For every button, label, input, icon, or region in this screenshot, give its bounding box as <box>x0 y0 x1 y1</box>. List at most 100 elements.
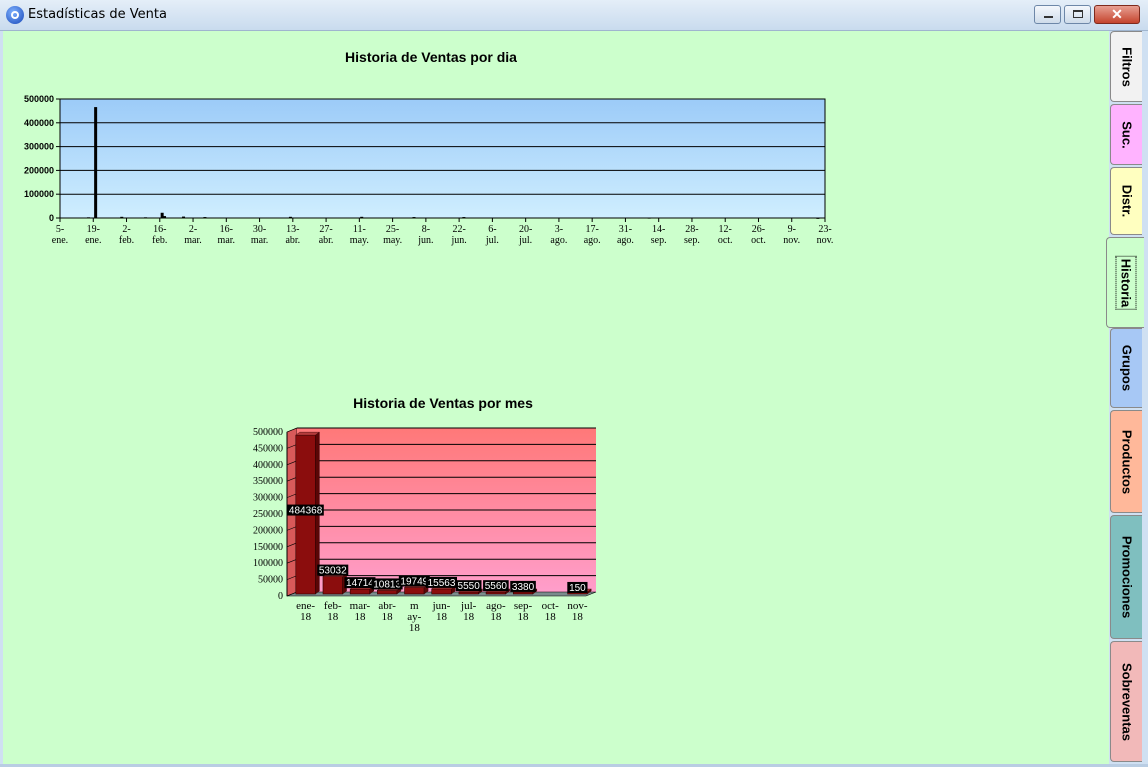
tab-distr[interactable]: Distr. <box>1110 167 1142 235</box>
daily-x-tick-label: ene. <box>52 235 68 246</box>
app-icon <box>6 6 24 24</box>
daily-x-tick-label: ene. <box>85 235 101 246</box>
daily-x-tick-label: 13- <box>286 224 299 235</box>
daily-x-tick-label: 20- <box>519 224 532 235</box>
daily-chart-title: Historia de Ventas por dia <box>345 49 517 65</box>
side-tab-strip: Filtros Suc. Distr. Historia Grupos Productos… <box>1106 31 1144 764</box>
daily-x-tick-label: mar. <box>184 235 202 246</box>
monthly-y-tick-label: 50000 <box>258 575 283 586</box>
monthly-x-tick-label: 18 <box>300 611 312 623</box>
monthly-data-label: 19749 <box>400 577 428 588</box>
monthly-x-tick-label: 18 <box>382 611 394 623</box>
close-icon: ✕ <box>1111 6 1123 22</box>
monthly-bar <box>349 588 371 595</box>
daily-x-tick-label: sep. <box>684 235 700 246</box>
daily-x-tick-label: ago. <box>617 235 634 246</box>
monthly-y-tick-label: 0 <box>278 591 283 602</box>
daily-x-tick-label: jun. <box>450 235 466 246</box>
monthly-y-tick-label: 200000 <box>253 525 283 536</box>
daily-y-tick-label: 400000 <box>24 118 54 128</box>
daily-y-tick-label: 300000 <box>24 142 54 152</box>
daily-x-tick-label: nov. <box>817 235 834 246</box>
daily-x-tick-label: 2- <box>122 224 130 235</box>
monthly-data-label: 3380 <box>512 582 535 593</box>
monthly-data-label: 5560 <box>485 581 508 592</box>
daily-x-tick-label: 27- <box>319 224 332 235</box>
daily-x-tick-label: ago. <box>584 235 601 246</box>
daily-y-tick-label: 200000 <box>24 165 54 175</box>
monthly-bar <box>485 591 506 595</box>
daily-y-tick-label: 500000 <box>24 94 54 104</box>
monthly-data-label: 5550 <box>458 581 481 592</box>
daily-x-tick-label: ago. <box>550 235 567 246</box>
daily-x-tick-label: 28- <box>685 224 698 235</box>
window-title: Estadísticas de Venta <box>28 7 167 22</box>
monthly-data-label: 484368 <box>289 506 323 517</box>
daily-x-tick-label: oct. <box>751 235 766 246</box>
daily-x-tick-label: may. <box>383 235 402 246</box>
daily-y-tick-label: 0 <box>49 213 54 223</box>
daily-x-tick-label: 16- <box>153 224 166 235</box>
minimize-icon <box>1044 16 1053 18</box>
daily-x-tick-label: sep. <box>651 235 667 246</box>
daily-x-tick-label: feb. <box>119 235 134 246</box>
charts-canvas: Historia de Ventas por dia 0 100000 200000 3… <box>24 49 834 634</box>
daily-x-tick-label: oct. <box>718 235 733 246</box>
window-titlebar: Estadísticas de Venta ✕ <box>0 0 1148 31</box>
daily-bar <box>163 216 167 218</box>
daily-bar <box>647 217 651 219</box>
monthly-y-tick-label: 100000 <box>253 558 283 569</box>
monthly-data-label: 150 <box>569 583 586 594</box>
tab-productos[interactable]: Productos <box>1110 410 1142 513</box>
monthly-y-tick-label: 500000 <box>253 427 283 438</box>
monthly-x-tick-label: 18 <box>409 622 421 634</box>
maximize-button[interactable] <box>1064 5 1091 24</box>
daily-x-tick-label: 30- <box>253 224 266 235</box>
daily-x-tick-label: 26- <box>752 224 765 235</box>
tab-promociones[interactable]: Promociones <box>1110 515 1142 639</box>
daily-x-tick-label: jun. <box>417 235 433 246</box>
monthly-y-tick-label: 450000 <box>253 443 283 454</box>
daily-x-tick-label: 5- <box>56 224 64 235</box>
monthly-data-label: 15563 <box>428 578 456 589</box>
tab-grupos[interactable]: Grupos <box>1110 328 1142 408</box>
daily-bar <box>462 217 466 219</box>
daily-bar <box>144 217 148 219</box>
tab-suc[interactable]: Suc. <box>1110 104 1142 165</box>
tab-sobreventas[interactable]: Sobreventas <box>1110 641 1142 762</box>
monthly-x-tick-label: 18 <box>327 611 339 623</box>
tab-label: Productos <box>1119 429 1134 494</box>
daily-bar <box>87 217 91 219</box>
monthly-x-tick-label: 18 <box>518 611 530 623</box>
tab-label: Distr. <box>1119 184 1134 218</box>
monthly-x-tick-label: 18 <box>490 611 502 623</box>
daily-y-tick-label: 100000 <box>24 189 54 199</box>
daily-bar <box>360 216 364 218</box>
monthly-chart-title: Historia de Ventas por mes <box>353 395 533 411</box>
monthly-data-label: 53032 <box>319 566 347 577</box>
minimize-button[interactable] <box>1034 5 1061 24</box>
daily-bar <box>288 216 292 218</box>
daily-bar <box>94 107 98 218</box>
monthly-y-tick-label: 150000 <box>253 542 283 553</box>
monthly-bar <box>377 590 398 595</box>
daily-plot-area <box>59 98 826 219</box>
daily-x-tick-label: jul. <box>518 235 532 246</box>
tab-label: Historia <box>1117 248 1134 317</box>
daily-x-tick-label: 31- <box>619 224 632 235</box>
tab-filtros[interactable]: Filtros <box>1110 31 1142 102</box>
monthly-bar <box>458 591 479 595</box>
daily-x-tick-label: 16- <box>220 224 233 235</box>
tab-label: Promociones <box>1119 535 1134 619</box>
maximize-icon <box>1073 10 1083 18</box>
daily-x-tick-label: may. <box>350 235 369 246</box>
close-button[interactable]: ✕ <box>1094 5 1140 24</box>
monthly-data-label: 10813 <box>373 579 401 590</box>
monthly-bar <box>322 576 343 595</box>
tab-historia[interactable]: Historia <box>1106 237 1144 328</box>
daily-x-tick-label: 19- <box>87 224 100 235</box>
daily-x-tick-label: 22- <box>452 224 465 235</box>
tab-label: Suc. <box>1119 120 1134 149</box>
daily-x-tick-label: 25- <box>386 224 399 235</box>
daily-bar <box>816 217 820 219</box>
